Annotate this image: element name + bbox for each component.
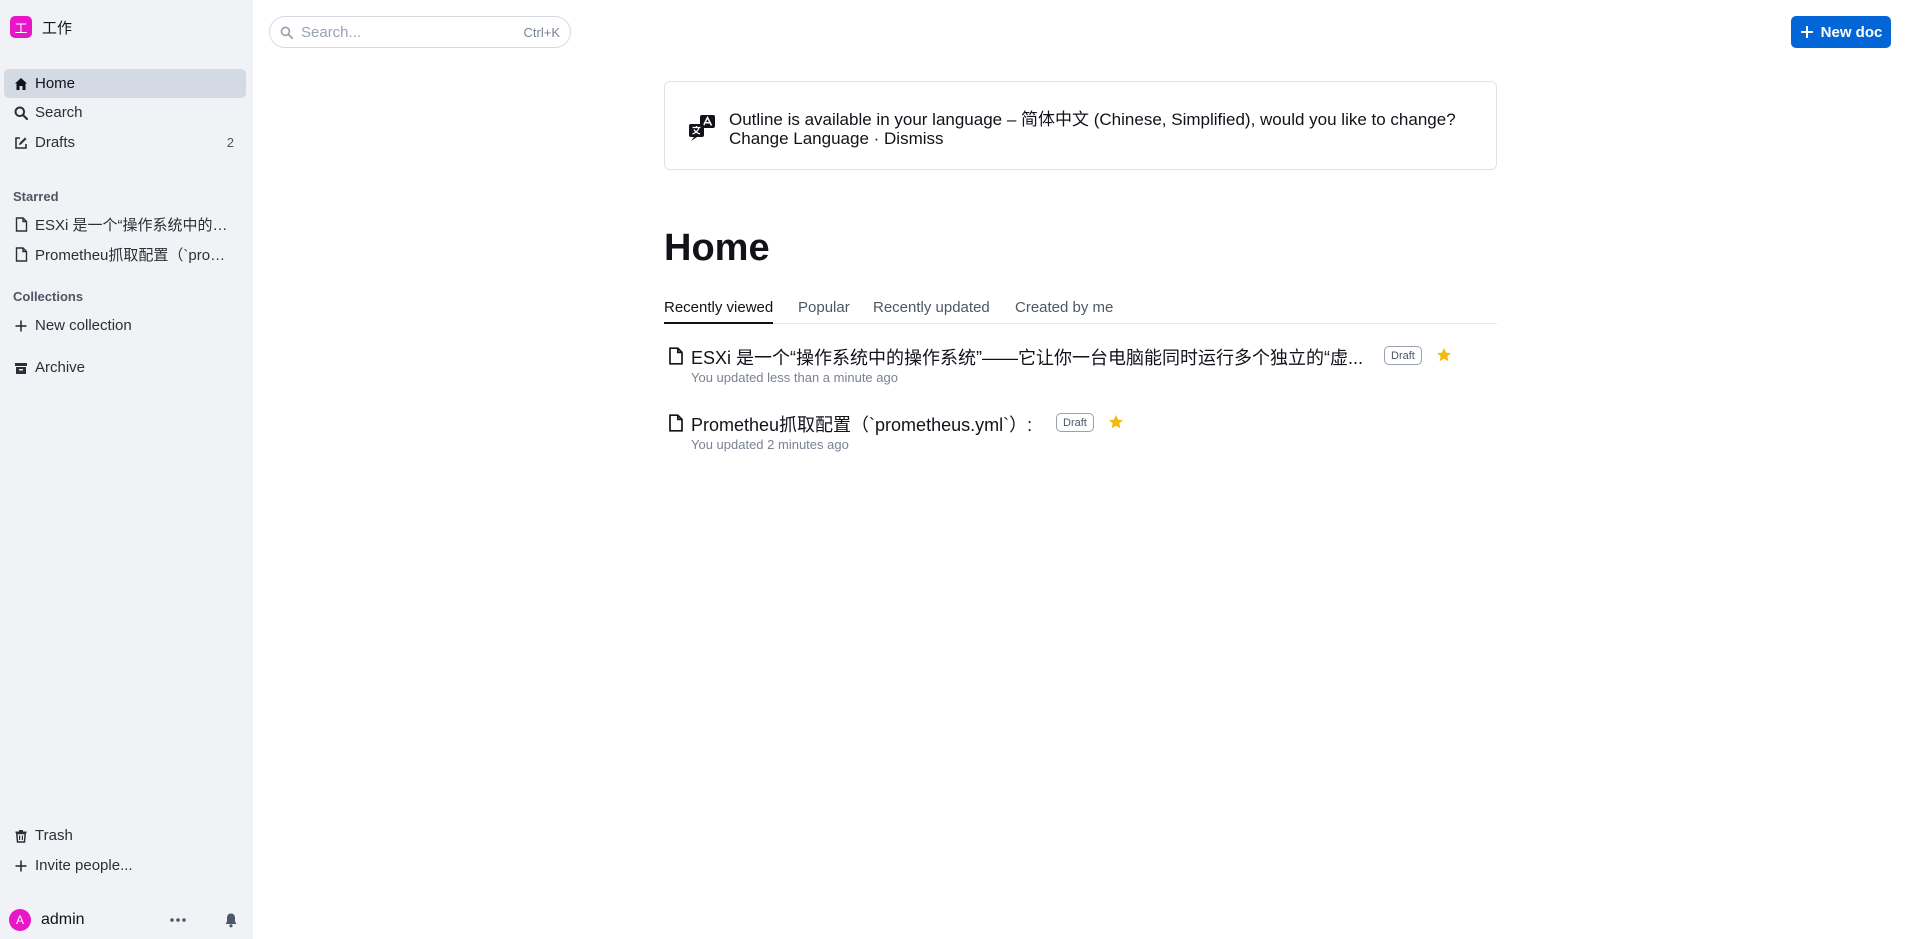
search-icon [280,26,293,39]
dismiss-link[interactable]: Dismiss [884,129,944,148]
document-meta: You updated less than a minute ago [691,370,898,385]
language-notice-actions: Change Language · Dismiss [729,129,944,149]
edit-icon [13,135,29,151]
sidebar-item-label: Trash [35,827,73,844]
sidebar-item-archive[interactable]: Archive [4,353,246,382]
team-switcher[interactable]: 工 工作 [10,15,72,39]
tab-recently-updated[interactable]: Recently updated [873,299,990,324]
translate-icon [689,115,715,141]
document-list-item[interactable]: Prometheu抓取配置（`prometheus.yml`）: Draft Y… [664,408,1497,458]
document-icon [669,347,683,365]
draft-badge: Draft [1384,346,1422,365]
draft-badge: Draft [1056,413,1094,432]
sidebar-item-trash[interactable]: Trash [4,821,246,850]
search-icon [13,105,29,121]
new-doc-label: New doc [1820,23,1883,41]
plus-icon [13,318,29,334]
trash-icon [13,828,29,844]
search-bar[interactable]: Ctrl+K [269,16,571,48]
separator: · [868,129,885,148]
search-shortcut: Ctrl+K [523,24,560,40]
sidebar-item-label: Prometheu抓取配置（`prometheus.yml`）: [35,247,230,264]
sidebar-item-drafts[interactable]: Drafts 2 [4,128,246,157]
document-meta: You updated 2 minutes ago [691,437,849,452]
starred-section-title: Starred [13,189,59,204]
sidebar-item-search[interactable]: Search [4,98,246,127]
sidebar-item-label: Search [35,104,83,121]
document-title: Prometheu抓取配置（`prometheus.yml`）: [691,415,1033,435]
new-doc-button[interactable]: New doc [1791,16,1891,48]
star-icon[interactable] [1108,414,1124,430]
more-icon [170,918,186,922]
plus-icon [1800,26,1813,38]
search-input[interactable] [301,23,501,41]
tab-recently-viewed[interactable]: Recently viewed [664,299,774,324]
tab-popular[interactable]: Popular [798,299,850,324]
collections-section-title: Collections [13,289,84,304]
document-icon [13,217,29,233]
more-button[interactable] [167,910,189,930]
avatar: A [9,909,31,931]
user-name: admin [41,911,85,928]
invite-people-button[interactable]: Invite people... [4,851,246,880]
archive-icon [13,360,29,376]
bell-icon [225,913,237,928]
document-icon [13,247,29,263]
sidebar-item-label: Archive [35,359,86,376]
team-name: 工作 [42,19,73,37]
home-tabs: Recently viewed Popular Recently updated… [664,296,1497,324]
document-list-item[interactable]: ESXi 是一个“操作系统中的操作系统”——它让你一台电脑能同时运行多个独立的“… [664,341,1497,391]
notifications-button[interactable] [221,910,241,930]
document-title: ESXi 是一个“操作系统中的操作系统”——它让你一台电脑能同时运行多个独立的“… [691,348,1363,368]
sidebar-item-label: Invite people... [35,857,133,874]
sidebar-item-label: Home [35,75,76,92]
document-icon [669,414,683,432]
page-title: Home [664,227,770,269]
change-language-link[interactable]: Change Language [729,129,869,148]
sidebar-item-home[interactable]: Home [4,69,246,98]
sidebar-item-starred-doc[interactable]: Prometheu抓取配置（`prometheus.yml`）: [4,240,246,269]
tab-created-by-me[interactable]: Created by me [1015,299,1113,324]
plus-icon [13,858,29,874]
sidebar-item-starred-doc[interactable]: ESXi 是一个“操作系统中的操作系统”——它让你一台电脑能同时运行多个独立的“… [4,210,246,239]
team-logo: 工 [10,16,32,38]
star-icon[interactable] [1436,347,1452,363]
language-notice-message: Outline is available in your language – … [729,110,1456,129]
sidebar-item-label: New collection [35,317,132,334]
sidebar-item-label: ESXi 是一个“操作系统中的操作系统”——它让你一台电脑能同时运行多个独立的“… [35,217,230,234]
home-icon [13,76,29,92]
language-notice: Outline is available in your language – … [664,81,1497,170]
drafts-count: 2 [226,135,234,150]
sidebar-item-label: Drafts [35,134,76,151]
sidebar: 工 工作 Home Search Drafts 2 Starred ESXi 是… [0,0,253,939]
user-menu[interactable]: A admin [9,908,244,932]
new-collection-button[interactable]: New collection [4,311,246,340]
